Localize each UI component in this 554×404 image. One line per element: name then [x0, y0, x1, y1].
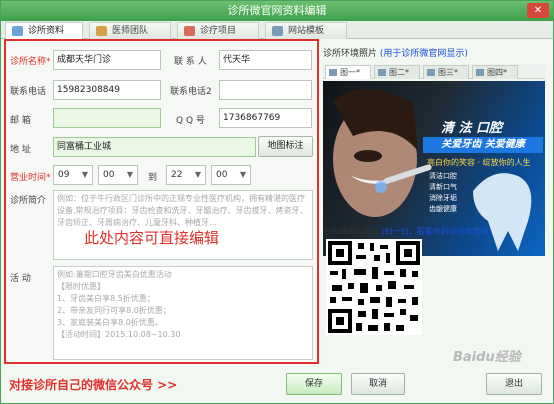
- edit-window: 诊所微官网资料编辑 ✕ 诊所资料 医师团队 诊疗项目 网站模板 诊所名称* 成都…: [0, 0, 554, 404]
- clinic-name-label: 诊所名称*: [10, 57, 51, 67]
- close-minute-select[interactable]: 00 ▼: [211, 165, 251, 185]
- image-icon: [476, 69, 484, 76]
- cancel-button[interactable]: 取消: [351, 373, 405, 395]
- banner-point: 清洁口腔: [429, 172, 457, 180]
- media-panel: 诊所环境照片 (用于诊所微官网显示) 图一* 图二* 图三* 图四* 清 法 口…: [323, 41, 551, 366]
- hours-label: 营业时间*: [10, 173, 51, 183]
- activity-textarea[interactable]: 例如:暑期口腔牙齿美白优惠活动 【限时优惠】 1、牙齿美白享8.5折优惠； 2、…: [53, 266, 313, 360]
- address-label: 地 址: [10, 145, 31, 155]
- banner-brand: 清 法 口腔: [441, 121, 503, 136]
- mail-label: 邮 箱: [10, 116, 31, 126]
- photo-tab-label: 图二*: [389, 68, 409, 77]
- open-hour-value: 09: [58, 170, 70, 180]
- watermark-logo: Baidu经验: [453, 350, 521, 365]
- image-icon: [329, 69, 337, 76]
- map-mark-button[interactable]: 地图标注: [258, 136, 313, 157]
- qr-code-icon: [326, 239, 422, 335]
- image-icon: [427, 69, 435, 76]
- phone-label: 联系电话: [10, 87, 47, 97]
- close-button[interactable]: ✕: [527, 3, 549, 18]
- tab-label: 网站模板: [288, 26, 325, 36]
- open-hour-select[interactable]: 09 ▼: [53, 165, 93, 185]
- contact-label: 联 系 人: [174, 57, 207, 67]
- banner-point: 消除牙垢: [429, 194, 457, 202]
- qq-label: Q Q 号: [176, 116, 205, 126]
- phone2-field[interactable]: [219, 80, 312, 100]
- banner-slogan: 关爱牙齿 关爱健康: [423, 137, 543, 153]
- photo-tab-4[interactable]: 图四*: [472, 65, 518, 79]
- wechat-account-link[interactable]: 对接诊所自己的微信公众号 >>: [9, 376, 177, 393]
- chevron-down-icon: ▼: [126, 170, 133, 179]
- phone2-label: 联系电话2: [170, 87, 212, 97]
- qq-field[interactable]: 1736867769: [219, 108, 312, 128]
- qr-hint: (扫一扫，看看你的诊所微官网): [381, 227, 492, 236]
- project-icon: [184, 26, 195, 36]
- close-minute-value: 00: [216, 170, 228, 180]
- qr-label: 诊所微信二维码: [323, 227, 379, 236]
- photos-hint: (用于诊所微官网显示): [379, 49, 468, 59]
- activity-label: 活 动: [10, 274, 31, 284]
- tab-treatment-projects[interactable]: 诊疗项目: [177, 22, 259, 39]
- exit-button[interactable]: 退出: [486, 373, 542, 395]
- tab-label: 诊所资料: [28, 26, 65, 36]
- intro-label: 诊所简介: [10, 196, 47, 206]
- photo-tab-bar: 图一* 图二* 图三* 图四*: [323, 64, 545, 79]
- mail-field[interactable]: [53, 108, 161, 128]
- window-title: 诊所微官网资料编辑: [227, 4, 327, 17]
- banner-point: 齿龈健康: [429, 205, 457, 213]
- clinic-icon: [12, 26, 23, 36]
- photo-tab-1[interactable]: 图一*: [325, 65, 371, 79]
- banner-point: 清新口气: [429, 183, 457, 191]
- address-field[interactable]: 同富桶工业城: [53, 137, 256, 157]
- to-label: 到: [148, 173, 158, 183]
- title-bar: 诊所微官网资料编辑 ✕: [1, 1, 553, 21]
- editable-hint: 此处内容可直接编辑: [84, 229, 220, 247]
- photo-tab-3[interactable]: 图三*: [423, 65, 469, 79]
- phone-field[interactable]: 15982308849: [53, 80, 161, 100]
- tab-doctor-team[interactable]: 医师团队: [89, 22, 171, 39]
- contact-field[interactable]: 代天华: [219, 50, 312, 70]
- tab-label: 医师团队: [112, 26, 149, 36]
- tab-site-template[interactable]: 网站模板: [265, 22, 347, 39]
- photos-heading: 诊所环境照片 (用于诊所微官网显示): [323, 46, 468, 59]
- chevron-down-icon: ▼: [81, 170, 88, 179]
- close-hour-select[interactable]: 22 ▼: [166, 165, 206, 185]
- tab-label: 诊疗项目: [200, 26, 237, 36]
- save-button[interactable]: 保存: [286, 373, 342, 395]
- team-icon: [96, 26, 107, 36]
- photo-tab-label: 图一*: [340, 68, 360, 77]
- image-icon: [378, 69, 386, 76]
- intro-textarea[interactable]: 例如：位于牛行政区门诊所中的正规专业性医疗机构，拥有精湛的医疗设备,常规治疗项目…: [53, 190, 313, 260]
- open-minute-select[interactable]: 00 ▼: [98, 165, 138, 185]
- photo-tab-2[interactable]: 图二*: [374, 65, 420, 79]
- photos-label: 诊所环境照片: [323, 49, 378, 59]
- tab-clinic-info[interactable]: 诊所资料: [5, 22, 83, 39]
- chevron-down-icon: ▼: [239, 170, 246, 179]
- template-icon: [272, 26, 283, 36]
- close-hour-value: 22: [171, 170, 183, 180]
- dialog-footer: 对接诊所自己的微信公众号 >> 保存 取消 退出: [1, 366, 553, 404]
- wechat-qr-code: [326, 239, 422, 335]
- tab-bar: 诊所资料 医师团队 诊疗项目 网站模板: [1, 21, 553, 39]
- photo-tab-label: 图三*: [438, 68, 458, 77]
- qr-heading: 诊所微信二维码 (扫一扫，看看你的诊所微官网): [323, 226, 492, 237]
- banner-points: 清洁口腔 清新口气 消除牙垢 齿龈健康: [429, 171, 489, 215]
- banner-subtitle: 亮白你的笑容 · 绽放你的人生: [427, 158, 531, 167]
- photo-tab-label: 图四*: [487, 68, 507, 77]
- clinic-info-form: 诊所名称* 成都天华门诊 联 系 人 代天华 联系电话 15982308849 …: [4, 39, 319, 364]
- clinic-name-field[interactable]: 成都天华门诊: [53, 50, 161, 70]
- chevron-down-icon: ▼: [194, 170, 201, 179]
- open-minute-value: 00: [103, 170, 115, 180]
